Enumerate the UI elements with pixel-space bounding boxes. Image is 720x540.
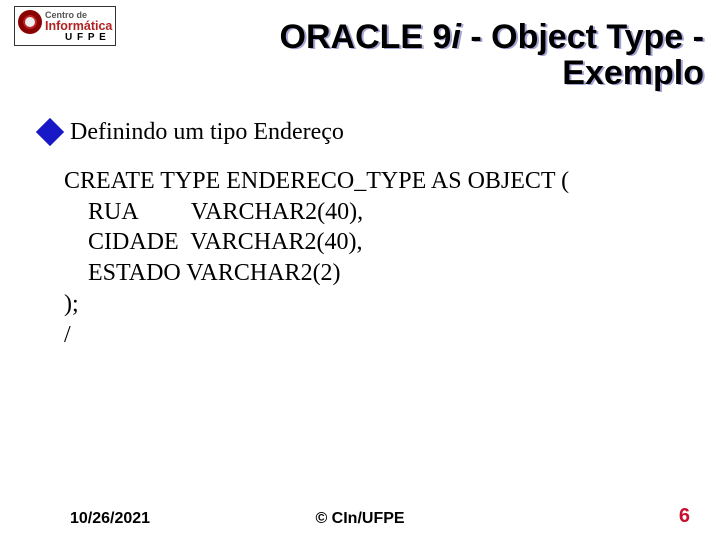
title-line-2: Exemplo: [120, 56, 704, 92]
code-block: CREATE TYPE ENDERECO_TYPE AS OBJECT ( RU…: [64, 166, 696, 350]
code-line: CREATE TYPE ENDERECO_TYPE AS OBJECT (: [64, 168, 569, 194]
diamond-bullet-icon: [36, 118, 64, 146]
code-line: RUA VARCHAR2(40),: [64, 199, 363, 225]
code-line: );: [64, 291, 79, 317]
code-line: /: [64, 322, 71, 348]
title-text-a: ORACLE 9: [280, 18, 452, 56]
slide-title: ORACLE 9i - Object Type - Exemplo: [120, 20, 704, 91]
footer-copyright: © CIn/UFPE: [0, 510, 720, 528]
cin-logo: Centro de Informática U F P E: [14, 6, 116, 46]
code-line: ESTADO VARCHAR2(2): [64, 260, 341, 286]
gear-icon: [18, 10, 42, 34]
title-text-b: - Object Type -: [461, 18, 704, 56]
slide: Centro de Informática U F P E ORACLE 9i …: [0, 0, 720, 540]
page-number: 6: [679, 505, 690, 528]
logo-sub: U F P E: [65, 33, 107, 43]
title-text-i: i: [451, 18, 460, 56]
logo-line2: Informática: [45, 19, 112, 33]
bullet-item: Definindo um tipo Endereço: [40, 118, 696, 147]
bullet-text: Definindo um tipo Endereço: [70, 118, 344, 147]
title-line-1: ORACLE 9i - Object Type -: [120, 20, 704, 56]
footer: 10/26/2021 © CIn/UFPE 6: [0, 504, 720, 528]
code-line: CIDADE VARCHAR2(40),: [64, 229, 362, 255]
